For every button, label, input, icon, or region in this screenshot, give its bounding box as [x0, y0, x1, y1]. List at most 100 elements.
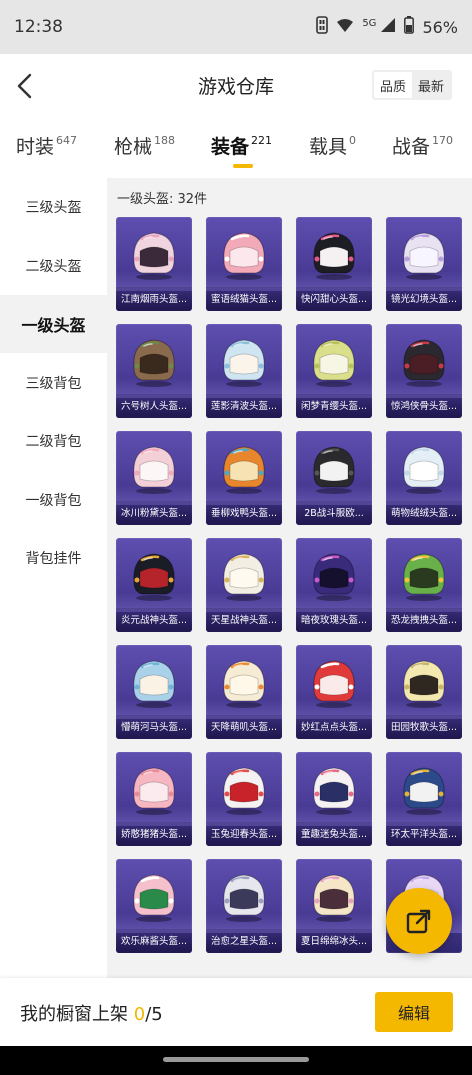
tab-equipment[interactable]: 装备 221: [211, 132, 272, 159]
helmet-icon: [403, 553, 445, 601]
sidebar-item-level1-helmet[interactable]: 一级头盔: [0, 295, 107, 353]
tab-vehicles[interactable]: 载具 0: [309, 132, 356, 159]
item-card[interactable]: 夏日绵绵冰头...: [296, 859, 372, 953]
item-name: 天星战神头盔...: [206, 608, 282, 632]
item-card[interactable]: 暗夜玫瑰头盔...: [296, 538, 372, 632]
helmet-icon: [133, 874, 175, 922]
sidebar-item-level3-helmet[interactable]: 三级头盔: [0, 178, 107, 236]
helmet-icon: [223, 446, 265, 494]
item-card[interactable]: 童趣迷兔头盔...: [296, 752, 372, 846]
item-card[interactable]: 惊鸿侠骨头盔...: [386, 324, 462, 418]
signal-icon: [380, 17, 396, 37]
sidebar: 三级头盔 二级头盔 一级头盔 三级背包 二级背包 一级背包 背包挂件: [0, 178, 107, 978]
sim-icon: [316, 16, 329, 38]
sort-option-quality[interactable]: 品质: [373, 72, 412, 98]
item-card[interactable]: 天降萌叽头盔...: [206, 645, 282, 739]
item-card[interactable]: 莲影清波头盔...: [206, 324, 282, 418]
item-card[interactable]: 妙红点点头盔...: [296, 645, 372, 739]
item-name: 环太平洋头盔...: [386, 822, 462, 846]
item-name: 童趣迷兔头盔...: [296, 822, 372, 846]
helmet-icon: [133, 553, 175, 601]
item-card[interactable]: 环太平洋头盔...: [386, 752, 462, 846]
item-card[interactable]: 炎元战神头盔...: [116, 538, 192, 632]
system-nav-bar: [0, 1046, 472, 1075]
network-label: 5G: [362, 17, 377, 29]
tab-count: 0: [349, 134, 357, 147]
item-name: 惊鸿侠骨头盔...: [386, 394, 462, 418]
item-name: 莲影清波头盔...: [206, 394, 282, 418]
item-name: 2B战斗服欧...: [296, 501, 372, 525]
item-card[interactable]: 玉兔迎春头盔...: [206, 752, 282, 846]
item-name: 欢乐麻酱头盔...: [116, 929, 192, 953]
item-card[interactable]: 天星战神头盔...: [206, 538, 282, 632]
helmet-icon: [403, 232, 445, 280]
share-fab-button[interactable]: [386, 888, 452, 954]
helmet-icon: [313, 232, 355, 280]
sort-toggle: 品质 最新: [371, 70, 452, 100]
item-card[interactable]: 镜光幻境头盔...: [386, 217, 462, 311]
sidebar-item-level1-backpack[interactable]: 一级背包: [0, 471, 107, 529]
item-name: 夏日绵绵冰头...: [296, 929, 372, 953]
item-name: 天降萌叽头盔...: [206, 715, 282, 739]
edit-button[interactable]: 编辑: [375, 992, 453, 1032]
item-name: 暗夜玫瑰头盔...: [296, 608, 372, 632]
item-card[interactable]: 懵萌河马头盔...: [116, 645, 192, 739]
item-name: 冰川粉黛头盔...: [116, 501, 192, 525]
sidebar-item-backpack-charm[interactable]: 背包挂件: [0, 529, 107, 587]
open-external-icon: [406, 909, 431, 934]
sidebar-item-level3-backpack[interactable]: 三级背包: [0, 354, 107, 412]
item-name: 蜜语绒猫头盔...: [206, 287, 282, 311]
item-name: 恐龙拽拽头盔...: [386, 608, 462, 632]
sort-option-newest[interactable]: 最新: [412, 72, 450, 98]
active-tab-indicator: [233, 164, 253, 168]
item-card[interactable]: 冰川粉黛头盔...: [116, 431, 192, 525]
sidebar-item-level2-helmet[interactable]: 二级头盔: [0, 237, 107, 295]
item-name: 妙红点点头盔...: [296, 715, 372, 739]
helmet-icon: [403, 660, 445, 708]
helmet-icon: [403, 339, 445, 387]
item-card[interactable]: 江南烟雨头盔...: [116, 217, 192, 311]
helmet-icon: [133, 339, 175, 387]
section-title: 一级头盔: 32件: [117, 192, 208, 207]
item-card[interactable]: 快闪甜心头盔...: [296, 217, 372, 311]
item-grid-area: 一级头盔: 32件 江南烟雨头盔... 蜜语绒猫头盔... 快闪甜心头盔... 镜光幻…: [107, 178, 472, 978]
tab-count: 188: [154, 134, 176, 147]
item-name: 娇憨猪猪头盔...: [116, 822, 192, 846]
tab-fashion[interactable]: 时装 647: [16, 132, 77, 159]
item-card[interactable]: 娇憨猪猪头盔...: [116, 752, 192, 846]
item-card[interactable]: 闲梦青缨头盔...: [296, 324, 372, 418]
item-card[interactable]: 治愈之星头盔...: [206, 859, 282, 953]
helmet-icon: [133, 446, 175, 494]
helmet-icon: [223, 553, 265, 601]
sidebar-item-level2-backpack[interactable]: 二级背包: [0, 412, 107, 470]
home-indicator[interactable]: [163, 1057, 309, 1062]
status-icons: 5G 56%: [316, 16, 458, 38]
item-card[interactable]: 恐龙拽拽头盔...: [386, 538, 462, 632]
showcase-shelf-label: 我的橱窗上架 0/5: [20, 1000, 163, 1026]
item-name: 江南烟雨头盔...: [116, 287, 192, 311]
item-name: 萌物绒绒头盔...: [386, 501, 462, 525]
tab-label: 时装: [16, 136, 55, 158]
helmet-icon: [313, 874, 355, 922]
tab-label: 装备: [211, 136, 250, 158]
helmet-icon: [223, 874, 265, 922]
item-name: 垂柳戏鸭头盔...: [206, 501, 282, 525]
item-card[interactable]: 2B战斗服欧...: [296, 431, 372, 525]
tab-supplies[interactable]: 战备 170: [392, 132, 453, 159]
item-name: 闲梦青缨头盔...: [296, 394, 372, 418]
item-card[interactable]: 蜜语绒猫头盔...: [206, 217, 282, 311]
category-tabs: 时装 647 枪械 188 装备 221 载具 0 战备 170: [0, 118, 472, 176]
tab-firearms[interactable]: 枪械 188: [114, 132, 175, 159]
item-card[interactable]: 萌物绒绒头盔...: [386, 431, 462, 525]
item-card[interactable]: 六号树人头盔...: [116, 324, 192, 418]
helmet-icon: [223, 767, 265, 815]
bottom-bar: 我的橱窗上架 0/5 编辑: [0, 978, 472, 1046]
battery-percent: 56%: [422, 17, 458, 37]
item-name: 懵萌河马头盔...: [116, 715, 192, 739]
item-card[interactable]: 垂柳戏鸭头盔...: [206, 431, 282, 525]
helmet-icon: [313, 553, 355, 601]
item-card[interactable]: 田园牧歌头盔...: [386, 645, 462, 739]
item-card[interactable]: 欢乐麻酱头盔...: [116, 859, 192, 953]
wifi-icon: [336, 17, 354, 37]
helmet-icon: [133, 660, 175, 708]
